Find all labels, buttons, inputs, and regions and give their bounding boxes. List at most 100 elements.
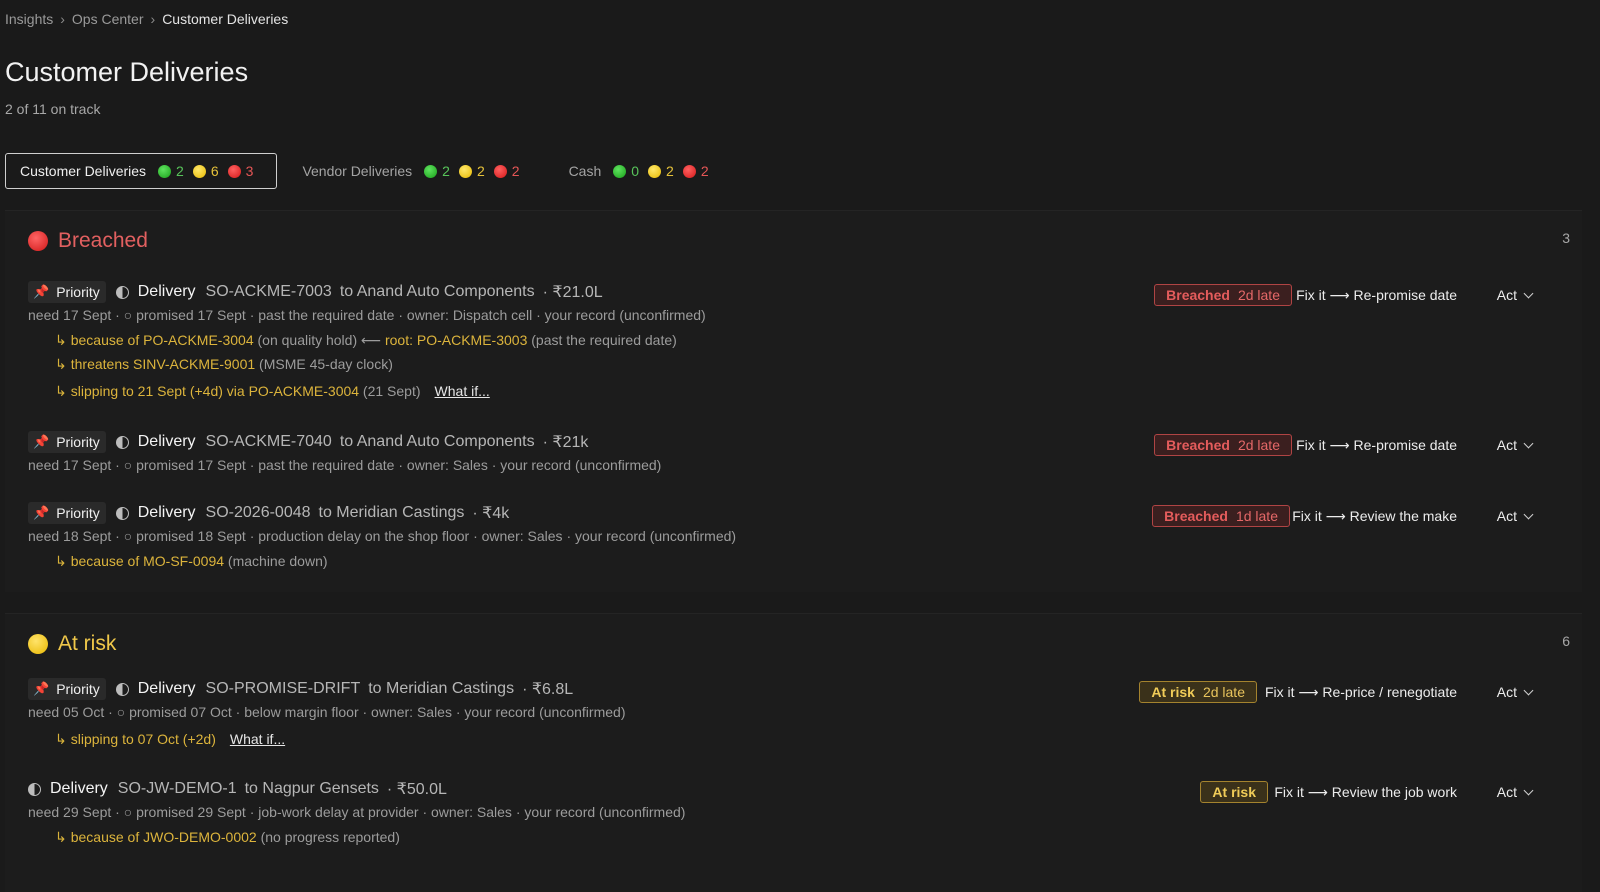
order-id[interactable]: SO-ACKME-7040 — [206, 433, 332, 451]
slip-link[interactable]: slipping to 07 Oct (+2d) — [71, 731, 216, 747]
delivery-row[interactable]: 📌 Priority Delivery SO-ACKME-7040 to Anan… — [28, 431, 1582, 475]
section-title: At risk — [58, 632, 117, 655]
row-kind: Delivery — [137, 283, 196, 300]
on-track-count: 2 — [442, 163, 450, 179]
tab-customer-deliveries[interactable]: Customer Deliveries 2 6 3 — [5, 153, 278, 189]
green-status-dot — [613, 164, 627, 178]
act-dropdown[interactable]: Act — [1496, 781, 1534, 803]
act-label: Act — [1496, 684, 1517, 700]
breadcrumb-separator: › — [60, 11, 65, 27]
at-risk-count: 2 — [666, 163, 674, 179]
return-arrow-icon: ↳ — [55, 553, 67, 569]
breadcrumb-ops-center[interactable]: Ops Center — [72, 11, 144, 27]
slip-line: ↳ slipping to 21 Sept (+4d) via PO-ACKME-… — [55, 383, 1582, 401]
half-circle-icon — [115, 435, 129, 449]
row-kind: Delivery — [137, 504, 196, 521]
customer-name: to Anand Auto Components — [339, 433, 535, 450]
at-risk-section: At risk 6 📌 Priority Delivery SO-PROMISE-… — [5, 613, 1582, 892]
page-subtitle: 2 of 11 on track — [5, 101, 101, 117]
fix-it-button[interactable]: Fix it ⟶ Re-price / renegotiate — [1265, 681, 1457, 703]
status-badge: At risk 2d late — [1139, 681, 1257, 703]
red-status-dot — [493, 164, 507, 178]
badge-status: Breached — [1164, 508, 1228, 524]
chevron-down-icon — [1523, 685, 1534, 695]
breached-count: 3 — [245, 163, 254, 179]
breadcrumb-current: Customer Deliveries — [162, 11, 289, 27]
badge-status: Breached — [1166, 437, 1230, 453]
cause-link[interactable]: because of PO-ACKME-3004 — [71, 332, 254, 348]
priority-label: Priority — [56, 434, 100, 450]
delivery-row[interactable]: 📌 Priority Delivery SO-PROMISE-DRIFT to M… — [28, 678, 1582, 749]
customer-name: to Meridian Castings — [318, 504, 465, 521]
breadcrumb-insights[interactable]: Insights — [5, 11, 53, 27]
green-status-dot — [158, 164, 172, 178]
section-title: Breached — [58, 229, 148, 252]
act-dropdown[interactable]: Act — [1496, 505, 1534, 527]
tab-bar: Customer Deliveries 2 6 3 Vendor Deliver… — [5, 153, 743, 189]
act-label: Act — [1496, 784, 1517, 800]
order-amount: · ₹50.0L — [386, 781, 447, 798]
what-if-link[interactable]: What if... — [230, 731, 285, 747]
fix-it-button[interactable]: Fix it ⟶ Review the make — [1292, 505, 1457, 527]
order-amount: · ₹21.0L — [542, 284, 603, 301]
yellow-status-dot — [192, 164, 206, 178]
breached-section: Breached 3 📌 Priority Delivery SO-ACKME-7… — [5, 210, 1582, 592]
badge-lateness: 2d late — [1202, 684, 1245, 700]
page-title: Customer Deliveries — [5, 57, 249, 87]
fix-it-button[interactable]: Fix it ⟶ Re-promise date — [1296, 284, 1457, 306]
slip-detail: (21 Sept) — [359, 383, 421, 399]
row-kind: Delivery — [137, 433, 196, 450]
yellow-status-dot — [28, 634, 48, 654]
priority-tag: 📌 Priority — [28, 281, 106, 303]
fix-it-button[interactable]: Fix it ⟶ Review the job work — [1274, 781, 1457, 803]
order-id[interactable]: SO-2026-0048 — [206, 504, 311, 522]
tab-label: Cash — [568, 163, 602, 179]
status-badge: Breached 2d late — [1154, 434, 1292, 456]
delivery-row[interactable]: Delivery SO-JW-DEMO-1 to Nagpur Gensets … — [28, 778, 1582, 847]
return-arrow-icon: ↳ — [55, 383, 67, 399]
return-arrow-icon: ↳ — [55, 356, 67, 372]
tab-cash[interactable]: Cash 0 2 2 — [554, 153, 733, 189]
act-dropdown[interactable]: Act — [1496, 681, 1534, 703]
on-track-count: 0 — [631, 163, 640, 179]
status-badge: At risk — [1200, 781, 1268, 803]
pin-icon: 📌 — [33, 284, 50, 299]
customer-name: to Nagpur Gensets — [244, 780, 379, 797]
return-arrow-icon: ↳ — [55, 731, 67, 747]
act-dropdown[interactable]: Act — [1497, 284, 1534, 306]
cause-link[interactable]: because of MO-SF-0094 — [71, 553, 224, 569]
chevron-down-icon — [1523, 785, 1534, 795]
what-if-link[interactable]: What if... — [435, 383, 490, 399]
delivery-row[interactable]: 📌 Priority Delivery SO-ACKME-7003 to Anan… — [28, 281, 1582, 401]
priority-tag: 📌 Priority — [28, 431, 106, 453]
threat-link[interactable]: threatens SINV-ACKME-9001 — [71, 356, 255, 372]
root-cause-link[interactable]: root: PO-ACKME-3003 — [385, 332, 527, 348]
cause-link[interactable]: because of JWO-DEMO-0002 — [71, 829, 257, 845]
act-dropdown[interactable]: Act — [1497, 434, 1534, 456]
on-track-count: 2 — [176, 163, 184, 179]
row-meta: need 18 Sept · ○ promised 18 Sept · prod… — [28, 528, 737, 544]
customer-name: to Anand Auto Components — [339, 283, 535, 300]
yellow-status-dot — [648, 164, 662, 178]
order-id[interactable]: SO-PROMISE-DRIFT — [206, 680, 361, 698]
order-id[interactable]: SO-ACKME-7003 — [206, 283, 332, 301]
badge-status: Breached — [1166, 287, 1230, 303]
tab-label: Vendor Deliveries — [302, 163, 413, 179]
cause-detail: (on quality hold) ⟵ — [253, 332, 385, 348]
order-amount: · ₹21k — [542, 434, 589, 451]
threat-detail: (MSME 45-day clock) — [255, 356, 393, 372]
status-badge: Breached 2d late — [1154, 284, 1292, 306]
red-status-dot — [227, 164, 241, 178]
priority-label: Priority — [56, 284, 100, 300]
act-label: Act — [1496, 508, 1517, 524]
green-status-dot — [424, 164, 438, 178]
fix-it-button[interactable]: Fix it ⟶ Re-promise date — [1296, 434, 1457, 456]
half-circle-icon — [115, 506, 129, 520]
section-header: At risk — [28, 632, 116, 656]
slip-link[interactable]: slipping to 21 Sept (+4d) via PO-ACKME-3… — [71, 383, 359, 399]
delivery-row[interactable]: 📌 Priority Delivery SO-2026-0048 to Merid… — [28, 502, 1582, 571]
row-meta: need 29 Sept · ○ promised 29 Sept · job-… — [28, 804, 686, 820]
tab-vendor-deliveries[interactable]: Vendor Deliveries 2 2 2 — [287, 153, 543, 189]
order-id[interactable]: SO-JW-DEMO-1 — [118, 780, 237, 798]
breached-count: 2 — [700, 163, 709, 179]
